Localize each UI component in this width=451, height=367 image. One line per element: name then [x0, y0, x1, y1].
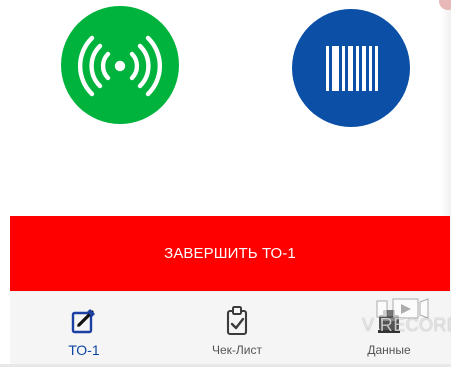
- clipboard-check-icon: [226, 306, 248, 336]
- rfid-signal-icon: [61, 6, 179, 124]
- nav-item-checklist[interactable]: Чек-Лист: [177, 292, 297, 367]
- nav-label-to1: ТО-1: [68, 342, 100, 358]
- app-screen: ЗАВЕРШИТЬ ТО-1 ТО-1 Чек-Лист Данные V RE…: [0, 0, 451, 367]
- barcode-icon: [292, 9, 410, 127]
- nav-label-data: Данные: [367, 343, 411, 357]
- barcode-scan-button[interactable]: [292, 9, 410, 127]
- data-box-icon: [378, 310, 400, 333]
- nav-label-checklist: Чек-Лист: [212, 343, 262, 357]
- nav-item-to1[interactable]: ТО-1: [24, 292, 144, 367]
- edit-icon: [71, 309, 95, 334]
- bottom-navigation: ТО-1 Чек-Лист Данные: [10, 291, 450, 367]
- finish-to1-button[interactable]: ЗАВЕРШИТЬ ТО-1: [10, 216, 450, 291]
- nav-item-data[interactable]: Данные: [329, 292, 449, 367]
- rfid-scan-button[interactable]: [61, 6, 179, 124]
